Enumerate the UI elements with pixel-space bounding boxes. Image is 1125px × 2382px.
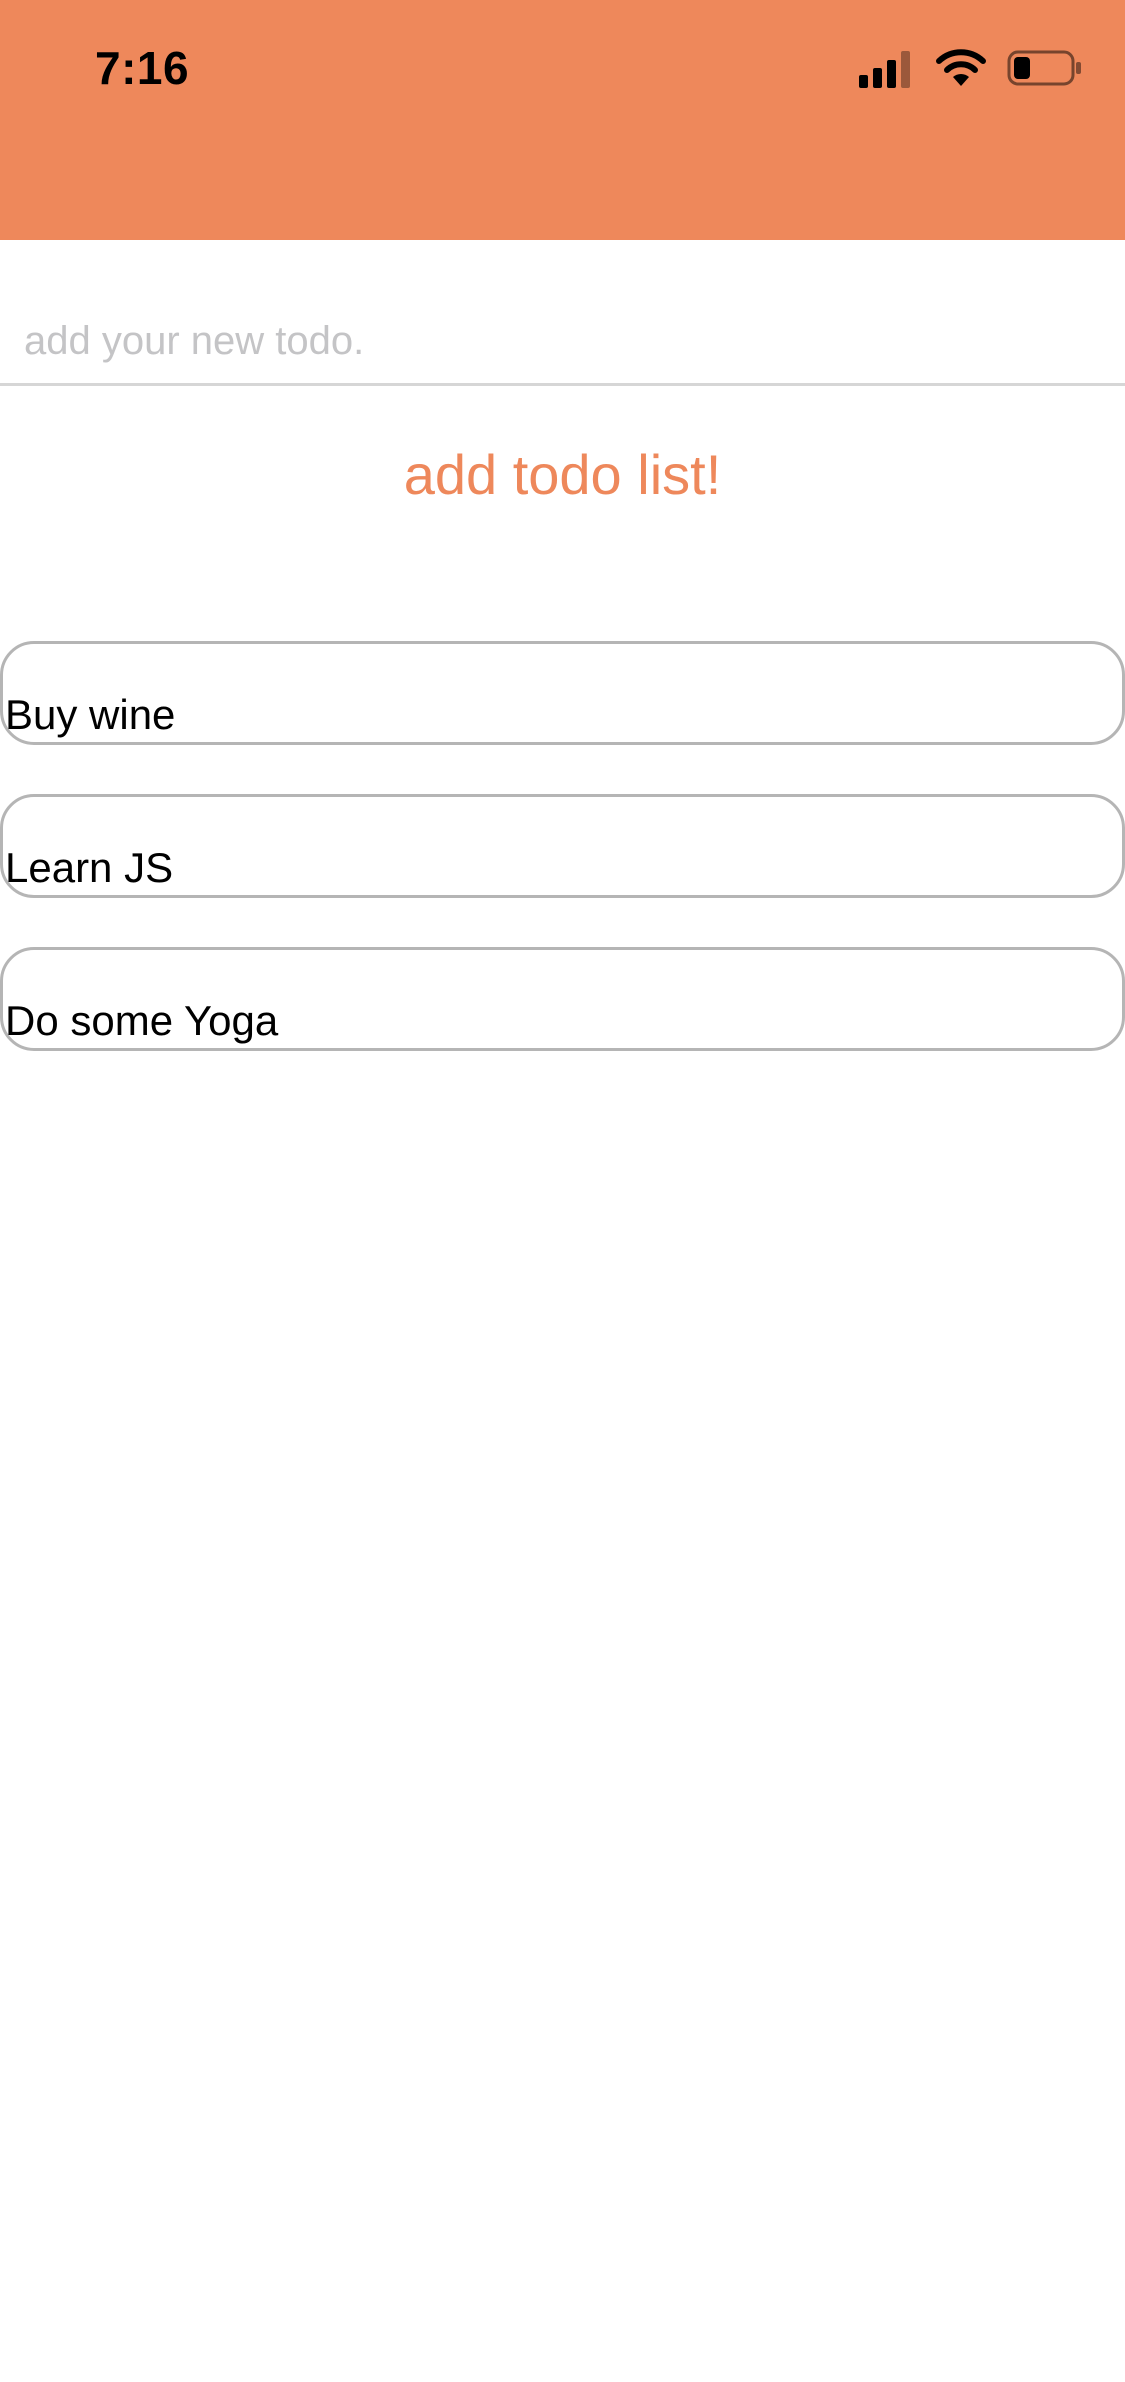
todo-list: Buy wine Learn JS Do some Yoga [0,641,1125,1100]
status-icons [859,46,1083,90]
todo-input[interactable] [0,300,1125,386]
header-bar: 7:16 [0,0,1125,240]
todo-item[interactable]: Learn JS [0,794,1125,898]
add-todo-button[interactable]: add todo list! [0,432,1125,518]
todo-item-text: Do some Yoga [5,997,279,1044]
wifi-icon [936,49,986,86]
todo-item[interactable]: Do some Yoga [0,947,1125,1051]
signal-icon [859,51,910,88]
app-screen: 7:16 add todo list! Buy wine [0,0,1125,2382]
todo-item[interactable]: Buy wine [0,641,1125,745]
battery-icon [1007,50,1081,86]
todo-item-text: Buy wine [5,691,176,738]
todo-item-text: Learn JS [5,844,174,891]
status-time: 7:16 [95,42,190,94]
